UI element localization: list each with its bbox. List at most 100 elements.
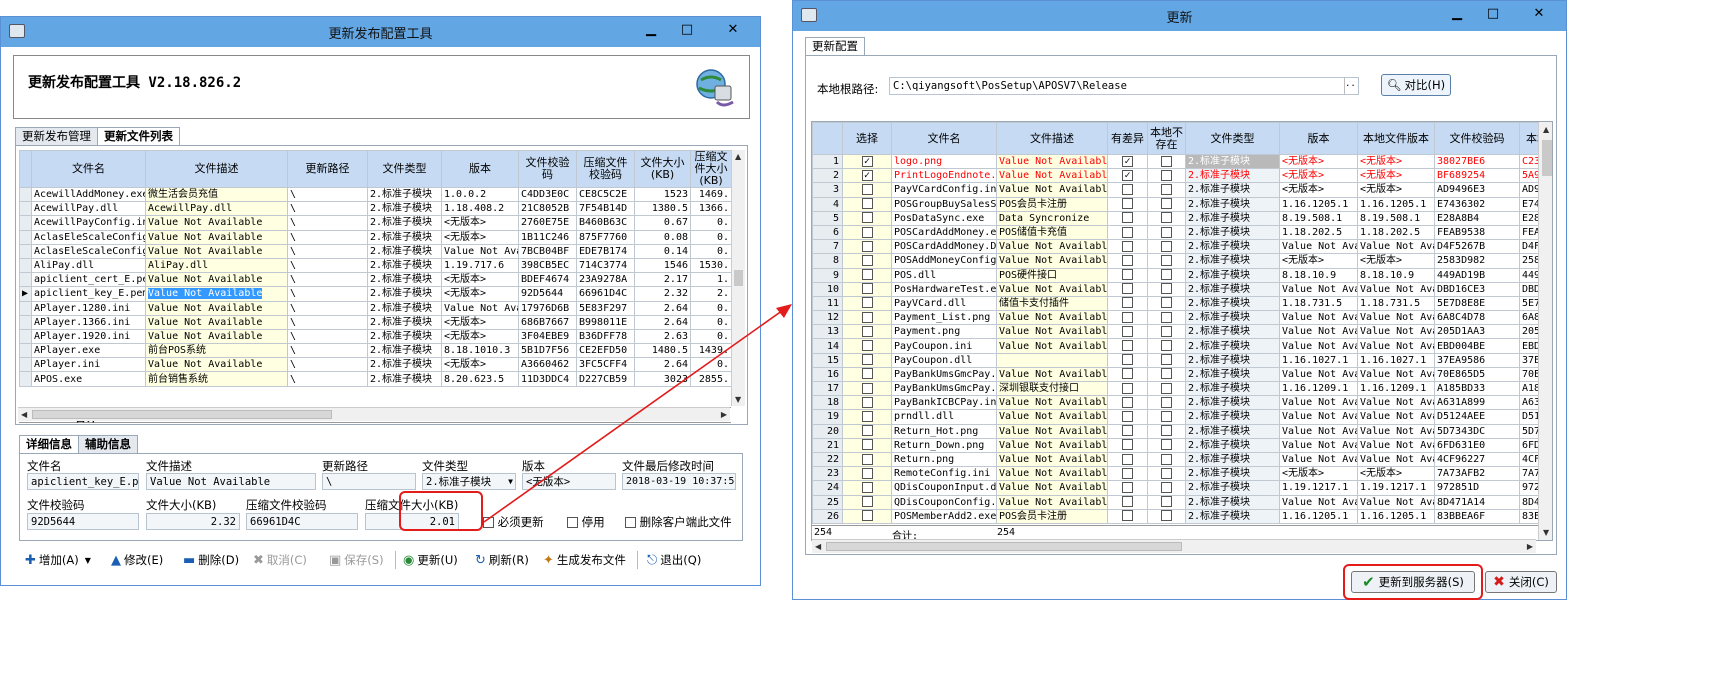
row-checkbox[interactable]: [861, 240, 873, 252]
grid-cell[interactable]: Value Not Available: [145, 243, 288, 259]
update-to-server-button[interactable]: ✔ 更新到服务器(S): [1351, 571, 1475, 593]
grid-cell[interactable]: Value Not Available: [996, 253, 1108, 269]
grid-cell[interactable]: [842, 494, 892, 510]
row-checkbox[interactable]: [1161, 183, 1172, 195]
exit-button[interactable]: ⎋ 退出(Q): [647, 549, 701, 571]
grid-cell[interactable]: PayCoupon.dll: [891, 352, 997, 368]
row-checkbox[interactable]: [1161, 283, 1172, 295]
grid-cell[interactable]: AliPay.dll: [145, 257, 288, 274]
grid-cell[interactable]: 2.标准子模块: [367, 257, 442, 274]
row-checkbox[interactable]: [861, 496, 873, 508]
grid-cell[interactable]: Value Not Available: [996, 310, 1108, 326]
grid-cell[interactable]: 1.18.731.5: [1279, 295, 1358, 312]
row-checkbox[interactable]: [861, 410, 873, 422]
grid-cell[interactable]: 8.18.10.9: [1357, 267, 1435, 283]
grid-cell[interactable]: 1.18.408.2: [441, 201, 519, 217]
grid-cell[interactable]: POSCardAddMoney.ex: [891, 224, 997, 241]
grid-cell[interactable]: Value Not Ava: [1357, 324, 1435, 340]
table-row[interactable]: 14 PayCoupon.ini Value Not Available 2.标准子模…: [812, 338, 1552, 354]
row-number[interactable]: 21: [812, 437, 843, 453]
grid-cell[interactable]: 1.0.0.2: [441, 186, 519, 203]
grid-cell[interactable]: 205D1AA3: [1434, 324, 1520, 340]
row-checkbox[interactable]: [1161, 510, 1172, 522]
row-number[interactable]: 26: [812, 508, 843, 524]
detail-desc-field[interactable]: Value Not Available: [146, 473, 316, 490]
grid-cell[interactable]: \: [287, 357, 368, 373]
grid-cell[interactable]: [1107, 295, 1148, 312]
grid-cell[interactable]: DBD16CE3: [1434, 281, 1520, 297]
grid-cell[interactable]: ✓: [1107, 168, 1148, 184]
grid-cell[interactable]: 前台POS系统: [145, 343, 288, 359]
grid-cell[interactable]: [1147, 324, 1186, 340]
row-checkbox[interactable]: [1161, 425, 1172, 437]
row-checkbox[interactable]: [1122, 325, 1133, 337]
grid-cell[interactable]: [1107, 324, 1148, 340]
grid-cell[interactable]: Value Not Available: [996, 466, 1108, 482]
row-checkbox[interactable]: [1161, 354, 1172, 366]
grid-cell[interactable]: APlayer.1280.ini: [31, 300, 146, 316]
grid-cell[interactable]: \: [287, 257, 368, 274]
col-select[interactable]: 选择: [842, 122, 892, 155]
row-checkbox[interactable]: [1161, 496, 1172, 508]
grid-cell[interactable]: Value Not Ava: [1357, 310, 1435, 326]
grid-cell[interactable]: [842, 196, 892, 212]
grid-cell[interactable]: [842, 366, 892, 383]
row-checkbox[interactable]: [1161, 155, 1172, 167]
grid-cell[interactable]: 1.18.202.5: [1357, 224, 1435, 241]
grid-cell[interactable]: POS储值卡充值: [996, 224, 1108, 241]
compare-button[interactable]: 🔍︎ 对比(H): [1381, 74, 1451, 96]
grid-cell[interactable]: Value Not Available: [996, 366, 1108, 383]
refresh-button[interactable]: ↻ 刷新(R): [475, 549, 529, 571]
grid-cell[interactable]: [842, 239, 892, 255]
grid-cell[interactable]: C4DD3E0C: [518, 186, 577, 203]
grid-cell[interactable]: 2.标准子模块: [1185, 168, 1280, 184]
grid-cell[interactable]: [842, 409, 892, 425]
grid-cell[interactable]: Value Not Ava: [1279, 451, 1358, 468]
grid-cell[interactable]: 1.16.1209.1: [1357, 380, 1435, 397]
grid-cell[interactable]: 前台销售系统: [145, 371, 288, 387]
col-not-local[interactable]: 本地不存在: [1147, 122, 1186, 155]
grid-cell[interactable]: 1523: [634, 186, 691, 203]
row-checkbox[interactable]: [1161, 269, 1172, 281]
grid-cell[interactable]: Value Not Available: [996, 480, 1108, 496]
row-indicator[interactable]: [19, 243, 32, 259]
grid-cell[interactable]: 1.16.1209.1: [1279, 380, 1358, 397]
table-row[interactable]: 23 RemoteConfig.ini Value Not Available 2.标…: [812, 466, 1552, 482]
row-checkbox[interactable]: ✓: [861, 169, 873, 181]
grid-cell[interactable]: [1107, 466, 1148, 482]
grid-cell[interactable]: A185BD33: [1434, 380, 1520, 397]
tab-update-config[interactable]: 更新配置: [805, 37, 865, 56]
grid-cell[interactable]: [1107, 196, 1148, 212]
grid-cell[interactable]: 2.标准子模块: [367, 201, 442, 217]
grid-cell[interactable]: 2760E75E: [518, 215, 577, 231]
grid-cell[interactable]: 2.标准子模块: [367, 371, 442, 387]
grid-cell[interactable]: [842, 395, 892, 411]
grid-cell[interactable]: 1.18.202.5: [1279, 224, 1358, 241]
table-row[interactable]: 9 POS.dll POS硬件接口 2.标准子模块 8.18.10.9 8.18.10.9…: [812, 267, 1552, 283]
grid-cell[interactable]: 1.16.1205.1: [1357, 508, 1435, 524]
row-checkbox[interactable]: [1161, 325, 1172, 337]
grid-cell[interactable]: 1.19.1217.1: [1357, 480, 1435, 496]
grid-cell[interactable]: B460B63C: [576, 215, 635, 231]
grid-cell[interactable]: Value Not Ava: [1279, 409, 1358, 425]
row-checkbox[interactable]: [1122, 226, 1133, 238]
grid-cell[interactable]: 1.19.1217.1: [1279, 480, 1358, 496]
close-icon[interactable]: ✕: [712, 20, 754, 38]
grid-cell[interactable]: 2.标准子模块: [1185, 409, 1280, 425]
row-checkbox[interactable]: [1161, 368, 1172, 380]
row-indicator[interactable]: ▶: [19, 286, 32, 302]
row-checkbox[interactable]: [1161, 226, 1172, 238]
grid-cell[interactable]: 5D7343DC: [1434, 423, 1520, 439]
grid-cell[interactable]: 2.标准子模块: [367, 215, 442, 231]
grid-cell[interactable]: 714C3774: [576, 257, 635, 274]
grid-cell[interactable]: 2.标准子模块: [367, 272, 442, 288]
row-number[interactable]: 2: [812, 168, 843, 184]
grid-cell[interactable]: 2.标准子模块: [1185, 466, 1280, 482]
grid-cell[interactable]: Value Not Available: [145, 272, 288, 288]
row-checkbox[interactable]: [861, 510, 873, 522]
grid-cell[interactable]: [1147, 267, 1186, 283]
grid-cell[interactable]: 1.19.717.6: [441, 257, 519, 274]
grid-cell[interactable]: apiclient_key_E.pem: [31, 286, 146, 302]
grid-cell[interactable]: 2.标准子模块: [1185, 423, 1280, 439]
grid-cell[interactable]: 2.标准子模块: [1185, 395, 1280, 411]
